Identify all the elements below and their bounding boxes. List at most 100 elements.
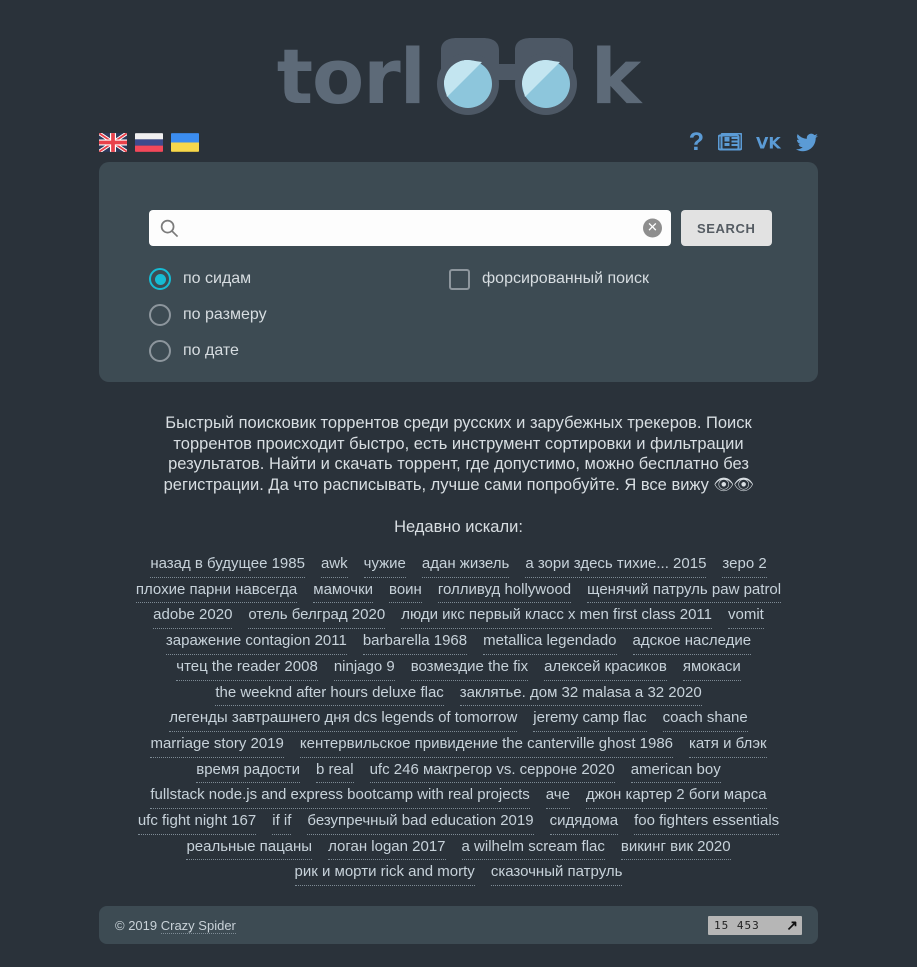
recent-search-tag[interactable]: the weeknd after hours deluxe flac [215,681,444,707]
author-link[interactable]: Crazy Spider [160,917,236,934]
recent-search-tag[interactable]: awk [320,552,348,578]
recent-search-tag[interactable]: назад в будущее 1985 [150,552,305,578]
search-box[interactable]: ✕ [149,210,671,246]
search-input[interactable] [179,211,671,245]
arrow-up-right-icon: ↗ [786,917,798,933]
recent-search-tag[interactable]: fullstack node.js and express bootcamp w… [150,783,530,810]
recent-search-tag[interactable]: рик и морти rick and morty [294,860,475,887]
visitor-counter[interactable]: 15 453 ↗ [708,915,802,935]
copyright: © 2019 Crazy Spider [115,917,236,934]
search-panel: ✕ SEARCH по сидам по размеру по дате фор… [99,162,818,382]
recent-searches-row: назад в будущее 1985 awk чужие адан жизель а… [113,552,804,578]
recent-search-tag[interactable]: marriage story 2019 [150,732,284,758]
sort-option-seeds[interactable]: по сидам [149,264,449,294]
recent-search-tag[interactable]: чтец the reader 2008 [176,655,318,681]
social-links: ? VK [689,129,818,155]
recent-searches-row: легенды завтрашнего дня dcs legends of t… [113,706,804,732]
checkbox-icon-forced-search[interactable] [449,268,470,290]
recent-search-tag[interactable]: щенячий патруль paw patrol [587,578,782,604]
twitter-icon[interactable] [796,133,818,152]
recent-search-tag[interactable]: реальные пацаны [186,835,313,861]
recent-search-tag[interactable]: адан жизель [421,552,510,578]
recent-searches-row: fullstack node.js and express bootcamp w… [113,783,804,810]
site-description-text: Быстрый поисковик торрентов среди русски… [163,414,752,494]
sort-option-size[interactable]: по размеру [149,300,449,330]
recent-search-tag[interactable]: зеро 2 [722,552,767,578]
recent-search-tag[interactable]: b real [316,758,354,784]
language-switcher [99,132,199,152]
recent-searches-row: the weeknd after hours deluxe flac заклят… [113,681,804,707]
svg-text:VK: VK [756,133,781,152]
recent-search-tag[interactable]: jeremy camp flac [533,706,647,732]
recent-search-tag[interactable]: кентервильское привидение the cantervill… [299,732,674,758]
recent-search-tag[interactable]: голливуд hollywood [437,578,572,604]
recent-searches-row: реальные пацаны логан logan 2017 a wilhelm… [113,835,804,861]
site-logo[interactable]: torl k [0,36,917,118]
forced-search-option[interactable]: форсированный поиск [449,264,649,294]
recent-search-tag[interactable]: викинг вик 2020 [620,835,731,861]
forced-search-label: форсированный поиск [482,270,649,287]
recent-search-tag[interactable]: ufc 246 макгрегор vs. серроне 2020 [369,758,615,784]
recent-search-tag[interactable]: ямокаси [682,655,741,681]
recent-search-tag[interactable]: чужие [363,552,406,578]
recent-search-tag[interactable]: безупречный bad education 2019 [307,809,534,835]
radio-icon-date[interactable] [149,340,171,362]
recent-search-tag[interactable]: люди икс первый класс x men first class … [401,603,712,630]
recent-search-tag[interactable]: возмездие the fix [410,655,529,681]
sort-option-date-label: по дате [183,342,239,359]
logo-text-right: k [590,32,642,121]
search-row: ✕ SEARCH [149,210,772,246]
recent-search-tag[interactable]: заклятье. дом 32 malasa a 32 2020 [459,681,702,707]
recent-search-tag[interactable]: barbarella 1968 [362,629,468,655]
recent-search-tag[interactable]: coach shane [662,706,748,732]
copyright-text: © 2019 [115,917,161,933]
recent-search-tag[interactable]: логан logan 2017 [328,835,446,861]
news-icon[interactable] [718,132,742,152]
sort-option-seeds-label: по сидам [183,270,252,287]
recent-search-tag[interactable]: а зори здесь тихие... 2015 [525,552,707,578]
recent-search-tag[interactable]: легенды завтрашнего дня dcs legends of t… [169,706,518,732]
top-bar: ? VK [99,126,818,158]
recent-searches-row: marriage story 2019 кентервильское привид… [113,732,804,758]
recent-search-tag[interactable]: мамочки [313,578,374,604]
recent-searches-row: время радости b real ufc 246 макгрегор vs.… [113,758,804,784]
recent-search-tag[interactable]: сказочный патруль [490,860,623,887]
recent-search-tag[interactable]: vomit [727,603,764,630]
flag-ukrainian[interactable] [171,132,199,152]
help-icon[interactable]: ? [689,129,704,155]
recent-searches-row: рик и морти rick and morty сказочный патр… [113,860,804,887]
site-description: Быстрый поисковик торрентов среди русски… [128,413,789,495]
eyes-icon: 👁👁 [713,475,754,494]
recent-search-tag[interactable]: metallica legendado [483,629,617,655]
recent-search-tag[interactable]: сидядома [549,809,619,835]
recent-search-tag[interactable]: ninjago 9 [333,655,395,681]
recent-search-tag[interactable]: adobe 2020 [153,603,233,630]
recent-search-tag[interactable]: foo fighters essentials [634,809,780,835]
vk-icon[interactable]: VK [756,133,782,152]
flag-russian[interactable] [135,132,163,152]
recent-search-tag[interactable]: воин [389,578,422,604]
logo-text-left: torl [276,32,426,121]
clear-search-button[interactable]: ✕ [643,218,662,238]
recent-search-tag[interactable]: адское наследие [632,629,752,655]
recent-search-tag[interactable]: if if [272,809,292,835]
search-options: по сидам по размеру по дате форсированны… [149,264,769,372]
page-footer: © 2019 Crazy Spider 15 453 ↗ [99,906,818,944]
recent-search-tag[interactable]: ufc fight night 167 [137,809,257,835]
recent-search-tag[interactable]: аче [545,783,570,810]
flag-english[interactable] [99,132,127,152]
recent-search-tag[interactable]: время радости [196,758,301,784]
recent-search-tag[interactable]: american boy [630,758,721,784]
radio-icon-seeds[interactable] [149,268,171,290]
recent-search-tag[interactable]: плохие парни навсегда [135,578,298,604]
recent-search-tag[interactable]: алексей красиков [544,655,667,681]
recent-search-tag[interactable]: заражение contagion 2011 [165,629,347,655]
recent-search-tag[interactable]: a wilhelm scream flac [461,835,605,861]
recent-search-tag[interactable]: отель белград 2020 [248,603,386,630]
recent-searches-title: Недавно искали: [394,518,523,536]
radio-icon-size[interactable] [149,304,171,326]
recent-search-tag[interactable]: катя и блэк [689,732,767,758]
sort-option-date[interactable]: по дате [149,336,449,366]
recent-search-tag[interactable]: джон картер 2 боги марса [585,783,767,810]
search-button[interactable]: SEARCH [681,210,772,246]
